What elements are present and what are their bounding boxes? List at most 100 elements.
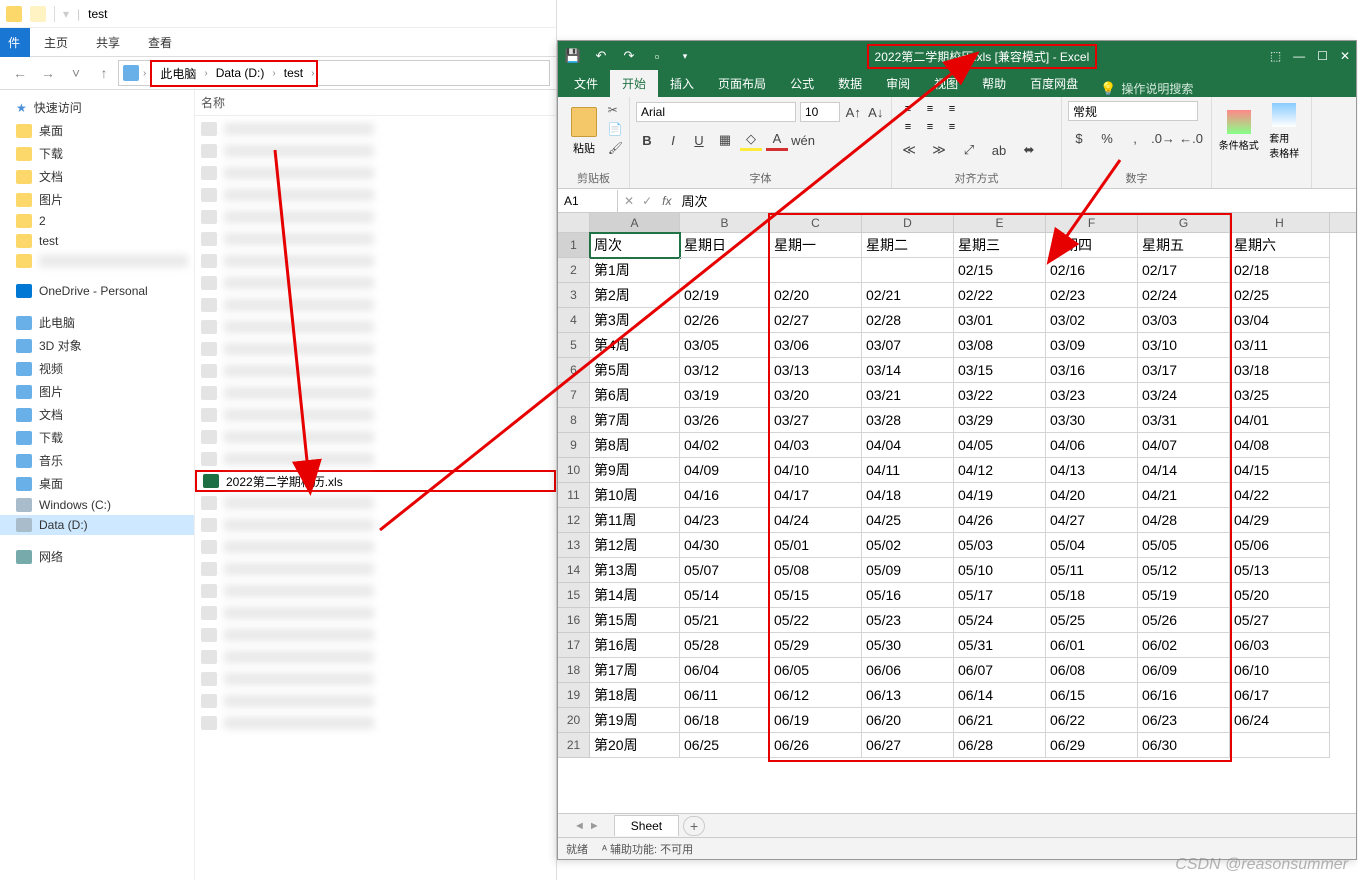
list-item[interactable] (195, 316, 556, 338)
column-header[interactable]: D (862, 213, 954, 232)
sheet-prev-icon[interactable]: ◄ (574, 820, 585, 832)
underline-button[interactable]: U (688, 129, 710, 151)
row-header[interactable]: 19 (558, 683, 590, 708)
cell[interactable]: 第1周 (590, 258, 680, 283)
list-item[interactable] (195, 426, 556, 448)
column-header[interactable]: G (1138, 213, 1230, 232)
ribbon-tab[interactable]: 文件 (562, 70, 610, 97)
sidebar-item[interactable]: Data (D:) (0, 515, 194, 535)
cell[interactable]: 05/21 (680, 608, 770, 633)
cell[interactable]: 03/23 (1046, 383, 1138, 408)
cell[interactable]: 05/24 (954, 608, 1046, 633)
cell[interactable]: 星期日 (680, 233, 770, 258)
cell[interactable]: 05/02 (862, 533, 954, 558)
cell[interactable]: 02/26 (680, 308, 770, 333)
ribbon-tab[interactable]: 审阅 (874, 70, 922, 97)
row-header[interactable]: 12 (558, 508, 590, 533)
sb-this-pc[interactable]: 此电脑 (0, 311, 194, 334)
spreadsheet-grid[interactable]: ABCDEFGH 1周次星期日星期一星期二星期三星期四星期五星期六2第1周02/… (558, 213, 1356, 813)
cell[interactable]: 03/14 (862, 358, 954, 383)
name-box[interactable]: A1 (558, 190, 618, 212)
cell[interactable]: 第12周 (590, 533, 680, 558)
list-item[interactable] (195, 184, 556, 206)
cancel-icon[interactable]: ✕ (624, 194, 634, 208)
list-item[interactable] (195, 118, 556, 140)
cell[interactable]: 星期五 (1138, 233, 1230, 258)
sidebar-item[interactable]: 视频 (0, 357, 194, 380)
list-item[interactable] (195, 294, 556, 316)
redo-icon[interactable]: ↷ (620, 47, 638, 65)
formula-input[interactable]: 周次 (675, 191, 1356, 210)
sb-onedrive[interactable]: OneDrive - Personal (0, 281, 194, 301)
row-header[interactable]: 8 (558, 408, 590, 433)
cut-icon[interactable]: ✂ (608, 103, 623, 117)
cell[interactable]: 第19周 (590, 708, 680, 733)
cell[interactable]: 03/07 (862, 333, 954, 358)
cell[interactable]: 06/13 (862, 683, 954, 708)
ribbon-tab[interactable]: 数据 (826, 70, 874, 97)
cell[interactable]: 04/08 (1230, 433, 1330, 458)
indent-inc-icon[interactable]: ≫ (928, 139, 950, 161)
wrap-text-icon[interactable]: ab (988, 139, 1010, 161)
cell[interactable]: 05/28 (680, 633, 770, 658)
cell[interactable]: 星期一 (770, 233, 862, 258)
cell[interactable]: 06/14 (954, 683, 1046, 708)
align-left-icon[interactable]: ≡ (898, 119, 918, 135)
row-header[interactable]: 20 (558, 708, 590, 733)
cell[interactable]: 05/13 (1230, 558, 1330, 583)
decrease-font-icon[interactable]: A↓ (867, 101, 886, 123)
cell[interactable]: 第20周 (590, 733, 680, 758)
row-header[interactable]: 21 (558, 733, 590, 758)
cell[interactable]: 第15周 (590, 608, 680, 633)
ribbon-tab[interactable]: 帮助 (970, 70, 1018, 97)
list-item[interactable] (195, 250, 556, 272)
cell[interactable]: 第11周 (590, 508, 680, 533)
qat-more-icon[interactable]: ▫ (648, 47, 666, 65)
cell[interactable]: 03/12 (680, 358, 770, 383)
list-item[interactable] (195, 514, 556, 536)
sidebar-item[interactable]: test (0, 231, 194, 251)
crumb-thispc[interactable]: 此电脑 (154, 63, 202, 84)
cell[interactable]: 03/02 (1046, 308, 1138, 333)
cell[interactable]: 05/12 (1138, 558, 1230, 583)
merge-icon[interactable]: ⬌ (1018, 139, 1040, 161)
cell[interactable]: 04/02 (680, 433, 770, 458)
cell[interactable]: 03/30 (1046, 408, 1138, 433)
sidebar-item[interactable]: 文档 (0, 165, 194, 188)
orientation-icon[interactable]: ⤢ (958, 139, 980, 161)
align-bot-icon[interactable]: ≡ (942, 101, 962, 117)
indent-dec-icon[interactable]: ≪ (898, 139, 920, 161)
cell[interactable]: 05/20 (1230, 583, 1330, 608)
sidebar-item[interactable]: 3D 对象 (0, 334, 194, 357)
cell[interactable]: 04/11 (862, 458, 954, 483)
crumb-folder[interactable]: test (278, 64, 309, 82)
cell[interactable]: 02/19 (680, 283, 770, 308)
row-header[interactable]: 7 (558, 383, 590, 408)
add-sheet-button[interactable]: + (683, 816, 705, 836)
cell[interactable]: 02/25 (1230, 283, 1330, 308)
cell[interactable]: 04/21 (1138, 483, 1230, 508)
tell-me-search[interactable]: 💡操作说明搜索 (1100, 80, 1193, 97)
cell[interactable] (1230, 733, 1330, 758)
cell[interactable]: 06/15 (1046, 683, 1138, 708)
cell[interactable]: 06/09 (1138, 658, 1230, 683)
font-size-select[interactable] (800, 102, 840, 122)
number-format-select[interactable] (1068, 101, 1198, 121)
cell[interactable]: 04/23 (680, 508, 770, 533)
cell[interactable]: 04/18 (862, 483, 954, 508)
list-item[interactable] (195, 162, 556, 184)
cell[interactable]: 04/22 (1230, 483, 1330, 508)
cell[interactable]: 02/28 (862, 308, 954, 333)
select-all-corner[interactable] (558, 213, 590, 232)
column-header[interactable]: E (954, 213, 1046, 232)
cell[interactable]: 04/13 (1046, 458, 1138, 483)
row-header[interactable]: 11 (558, 483, 590, 508)
list-item[interactable] (195, 646, 556, 668)
maximize-button[interactable]: ☐ (1317, 49, 1328, 63)
cell[interactable]: 02/15 (954, 258, 1046, 283)
cell[interactable]: 04/28 (1138, 508, 1230, 533)
row-header[interactable]: 1 (558, 233, 590, 258)
cell[interactable]: 06/23 (1138, 708, 1230, 733)
cell[interactable]: 第5周 (590, 358, 680, 383)
cell[interactable]: 05/30 (862, 633, 954, 658)
